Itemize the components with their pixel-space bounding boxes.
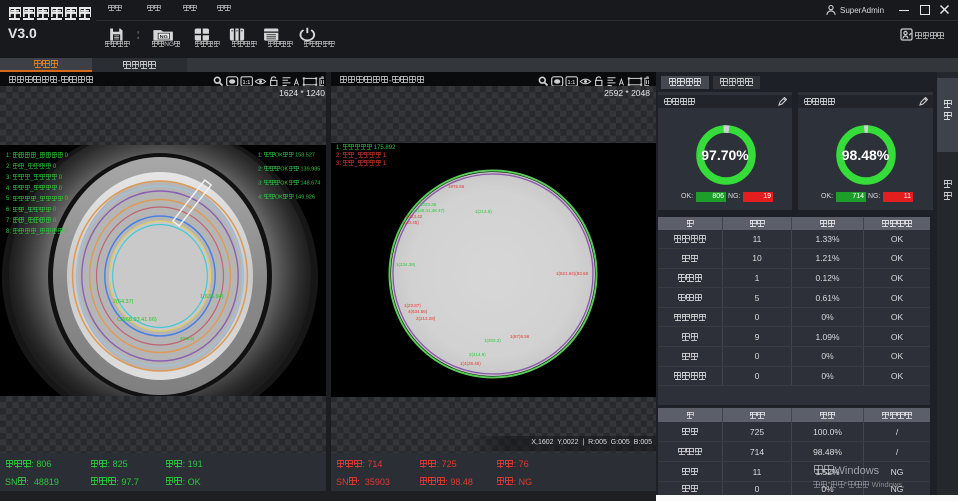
svg-text:1:1: 1:1 <box>243 80 251 86</box>
svg-text:NG: NG <box>160 34 168 39</box>
svg-text:1:1: 1:1 <box>568 80 576 86</box>
